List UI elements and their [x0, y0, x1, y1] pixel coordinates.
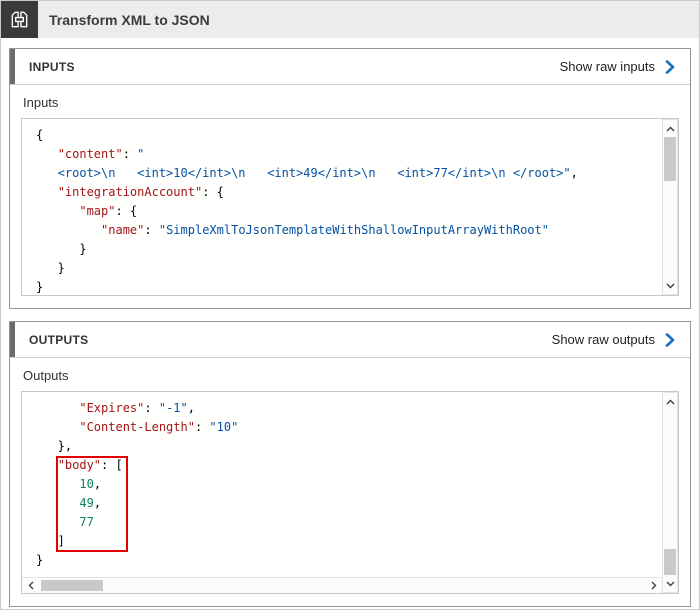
scroll-down-icon[interactable]	[663, 278, 677, 293]
inputs-section: INPUTS Show raw inputs Inputs { "content…	[9, 48, 691, 309]
code-line: 49,	[36, 494, 658, 513]
code-line: }	[36, 278, 658, 295]
action-details-panel: Transform XML to JSON INPUTS Show raw in…	[0, 0, 700, 610]
code-line: "map": {	[36, 202, 658, 221]
chevron-right-icon	[664, 60, 676, 74]
outputs-vertical-scrollbar[interactable]	[662, 392, 678, 593]
scroll-left-icon[interactable]	[23, 578, 38, 592]
outputs-section-header: OUTPUTS Show raw outputs	[10, 322, 690, 358]
inputs-scroll-thumb[interactable]	[664, 137, 676, 181]
inputs-card-body: Inputs { "content": " <root>\n <int>10</…	[10, 85, 690, 308]
outputs-code-content: "Expires": "-1", "Content-Length": "10" …	[22, 392, 662, 577]
code-line: },	[36, 437, 658, 456]
code-line: }	[36, 551, 658, 570]
scroll-up-icon[interactable]	[663, 121, 677, 136]
code-line: 77	[36, 513, 658, 532]
show-raw-outputs-link[interactable]: Show raw outputs	[552, 332, 676, 347]
inputs-section-label: INPUTS	[29, 60, 75, 74]
code-line: <root>\n <int>10</int>\n <int>49</int>\n…	[36, 164, 658, 183]
code-line: "body": [	[36, 456, 658, 475]
code-line: }	[36, 259, 658, 278]
scroll-down-icon[interactable]	[663, 576, 677, 591]
show-raw-outputs-label: Show raw outputs	[552, 332, 655, 347]
code-line: {	[36, 126, 658, 145]
code-line: }	[36, 240, 658, 259]
outputs-horizontal-scrollbar[interactable]	[22, 577, 662, 593]
outputs-card-body: Outputs "Expires": "-1", "Content-Length…	[10, 358, 690, 606]
code-line: "integrationAccount": {	[36, 183, 658, 202]
outputs-section: OUTPUTS Show raw outputs Outputs "Expire…	[9, 321, 691, 607]
inputs-vertical-scrollbar[interactable]	[662, 119, 678, 295]
code-line: 10,	[36, 475, 658, 494]
transform-xml-icon	[1, 1, 38, 38]
outputs-hscroll-thumb[interactable]	[41, 580, 103, 591]
show-raw-inputs-link[interactable]: Show raw inputs	[560, 59, 676, 74]
scroll-up-icon[interactable]	[663, 394, 677, 409]
code-line: "Expires": "-1",	[36, 399, 658, 418]
scroll-right-icon[interactable]	[646, 578, 661, 592]
outputs-code-label: Outputs	[23, 368, 679, 383]
inputs-code-box[interactable]: { "content": " <root>\n <int>10</int>\n …	[21, 118, 679, 296]
chevron-right-icon	[664, 333, 676, 347]
outputs-scroll-thumb[interactable]	[664, 549, 676, 575]
code-line: "name": "SimpleXmlToJsonTemplateWithShal…	[36, 221, 658, 240]
code-line: "Content-Length": "10"	[36, 418, 658, 437]
outputs-section-label: OUTPUTS	[29, 333, 88, 347]
code-line: "content": "	[36, 145, 658, 164]
action-titlebar[interactable]: Transform XML to JSON	[1, 1, 699, 38]
inputs-code-content: { "content": " <root>\n <int>10</int>\n …	[22, 119, 662, 295]
code-line: ]	[36, 532, 658, 551]
inputs-section-header: INPUTS Show raw inputs	[10, 49, 690, 85]
outputs-code-box[interactable]: "Expires": "-1", "Content-Length": "10" …	[21, 391, 679, 594]
action-title: Transform XML to JSON	[49, 12, 210, 28]
show-raw-inputs-label: Show raw inputs	[560, 59, 655, 74]
inputs-code-label: Inputs	[23, 95, 679, 110]
